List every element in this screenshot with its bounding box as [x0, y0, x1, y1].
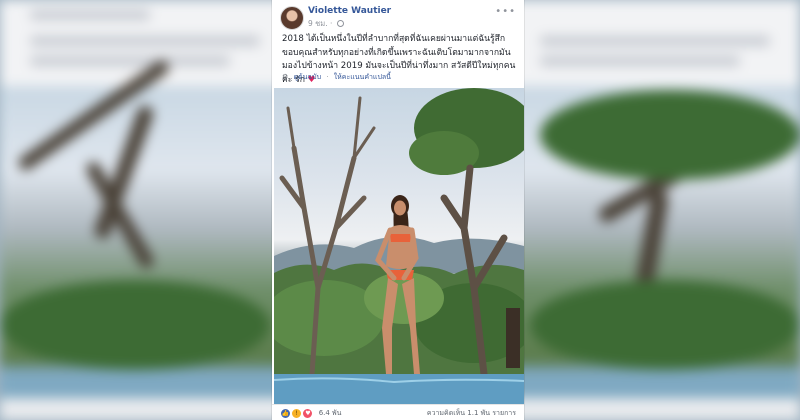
- post-time[interactable]: 9 ชม.: [308, 19, 328, 28]
- gear-icon[interactable]: ⚙: [282, 73, 288, 81]
- avatar[interactable]: [280, 6, 304, 30]
- post-header: Violette Wautier 9 ชม. · •••: [280, 6, 516, 30]
- globe-icon[interactable]: [336, 20, 344, 27]
- like-icon: 👍: [280, 408, 291, 419]
- reaction-count: 6.4 พัน: [318, 409, 342, 417]
- wow-icon: !: [291, 408, 303, 419]
- post-photo[interactable]: [274, 88, 524, 404]
- post-footer: 👍 ! ♥ 6.4 พัน ความคิดเห็น 1.1 พัน รายการ: [272, 404, 524, 420]
- love-icon: ♥: [302, 408, 314, 419]
- reactions-summary[interactable]: 👍 ! ♥ 6.4 พัน: [280, 408, 341, 419]
- author-name[interactable]: Violette Wautier: [308, 6, 391, 16]
- translation-bar: ⚙ ดูต้นฉบับ · ให้คะแนนคำแปลนี้: [282, 72, 391, 83]
- see-original-link[interactable]: ดูต้นฉบับ: [294, 73, 322, 81]
- meta-separator: ·: [329, 19, 333, 28]
- rate-translation-link[interactable]: ให้คะแนนคำแปลนี้: [334, 73, 391, 81]
- comments-shares-link[interactable]: ความคิดเห็น 1.1 พัน รายการ: [427, 408, 516, 419]
- translation-separator: ·: [326, 73, 329, 81]
- facebook-post-card: Violette Wautier 9 ชม. · ••• 2018 ได้เป็…: [272, 0, 524, 420]
- post-meta: 9 ชม. ·: [308, 18, 344, 30]
- ellipsis-icon[interactable]: •••: [495, 6, 516, 17]
- photo-illustration: [274, 88, 524, 404]
